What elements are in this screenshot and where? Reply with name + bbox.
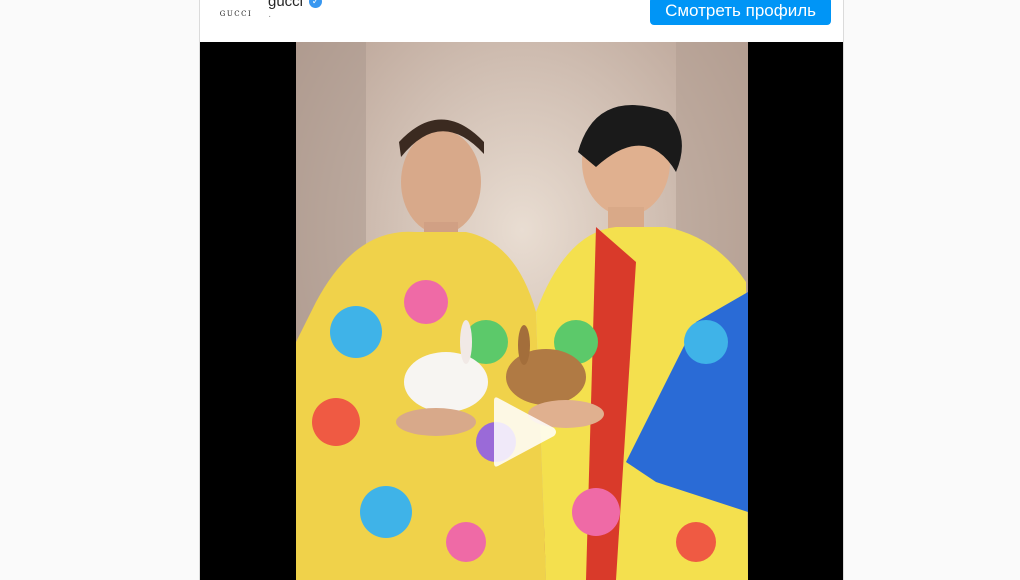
video-thumbnail[interactable] [296, 42, 748, 580]
username[interactable]: gucci [268, 0, 303, 10]
verified-badge-icon: ✓ [309, 0, 323, 8]
post-subline: · [268, 11, 272, 22]
thumbnail-illustration [296, 42, 748, 580]
post-header: GUCCI gucci ✓ · Смотреть профиль [200, 0, 843, 42]
view-profile-button[interactable]: Смотреть профиль [650, 0, 831, 25]
play-icon[interactable] [490, 392, 560, 472]
verified-check: ✓ [311, 0, 320, 6]
instagram-embed: GUCCI gucci ✓ · Смотреть профиль [199, 0, 844, 580]
avatar-logo-text: GUCCI [219, 10, 253, 18]
video-player[interactable] [200, 42, 843, 580]
avatar[interactable]: GUCCI [214, 0, 258, 36]
username-row[interactable]: gucci ✓ [268, 0, 323, 10]
